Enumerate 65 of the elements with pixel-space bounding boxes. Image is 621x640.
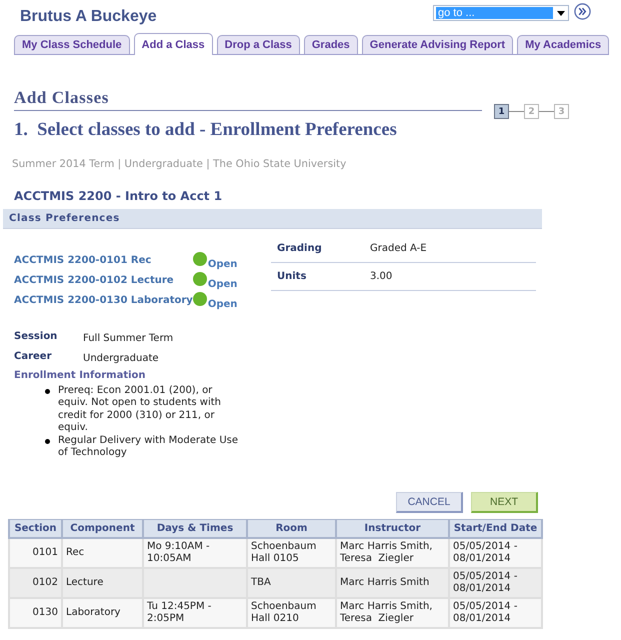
class-section-link[interactable]: ACCTMIS 2200-0102 Lecture [14,275,193,286]
class-section-link[interactable]: ACCTMIS 2200-0130 Laboratory [14,295,193,306]
field-value: Undergraduate [83,353,160,364]
component-cell: Rec [62,538,143,568]
status-dot-icon [192,252,207,266]
days-times-cell: Tu 12:45PM - 2:05PM [143,598,247,628]
step-heading: 1. Select classes to add - Enrollment Preferences [14,120,398,141]
cancel-button[interactable]: CANCEL [396,492,463,514]
room-cell: Schoenbaum Hall 0210 [247,598,336,628]
caret-icon [557,10,565,16]
section-header-bar: Class Preferences [3,209,542,229]
date-cell: 05/05/2014 - 08/01/2014 [449,538,542,568]
status-link[interactable]: Open [208,258,238,270]
enrollment-note: Regular Delivery with Moderate Use of Technology [58,434,240,460]
component-cell: Lecture [62,568,143,598]
bullet-icon [45,438,50,444]
instructor-cell: Marc Harris Smith, Teresa Ziegler [336,598,449,628]
step-indicator: 1 [494,104,509,119]
course-title: ACCTMIS 2200 - Intro to Acct 1 [14,189,224,203]
status-link[interactable]: Open [208,278,238,290]
days-times-cell: Mo 9:10AM - 10:05AM [143,538,247,568]
column-header: Component [62,520,143,538]
next-button[interactable]: NEXT [471,492,538,514]
page-title: Add Classes [14,88,109,107]
column-header: Section [9,520,62,538]
instructor-cell: Marc Harris Smith [336,568,449,598]
column-header: Room [247,520,336,538]
section-cell: 0101 [9,538,62,568]
bullet-icon [45,389,50,394]
field-label: Session [14,331,58,344]
column-header: Start/End Date [449,520,542,538]
enrollment-note: Prereq: Econ 2001.01 (200), or equiv. Not open to students with credit for 2000 (310) or 211, or equiv. [58,385,222,435]
enrollment-info-title: Enrollment Information [14,370,147,381]
room-cell: Schoenbaum Hall 0105 [247,538,336,568]
status-dot-icon [192,292,207,306]
status-dot-icon [192,272,207,286]
column-header: Instructor [336,520,449,538]
date-cell: 05/05/2014 - 08/01/2014 [449,598,542,628]
tab[interactable]: Drop a Class [216,35,300,54]
field-label: Units [277,271,308,282]
room-cell: TBA [247,568,336,598]
section-cell: 0130 [9,598,62,628]
term-info: Summer 2014 Term | Undergraduate | The Ohio State University [12,158,348,170]
component-cell: Laboratory [62,598,143,628]
field-value: 3.00 [370,271,392,282]
instructor-cell: Marc Harris Smith, Teresa Ziegler [336,538,449,568]
column-header: Days & Times [143,520,247,538]
step-indicator: 2 [524,104,539,119]
field-label: Grading [277,243,323,254]
field-value: Full Summer Term [83,333,174,344]
class-section-link[interactable]: ACCTMIS 2200-0101 Rec [14,255,193,266]
goto-dropdown[interactable]: go to ... [433,5,569,21]
status-link[interactable]: Open [208,298,238,310]
tab[interactable]: Generate Advising Report [362,35,514,54]
date-cell: 05/05/2014 - 08/01/2014 [449,568,542,598]
tab[interactable]: Grades [304,35,358,54]
section-cell: 0102 [9,568,62,598]
tab[interactable]: My Class Schedule [14,35,130,54]
field-value: Graded A-E [370,243,427,254]
go-button-icon[interactable] [574,3,591,20]
tab[interactable]: My Academics [517,35,610,54]
user-name: Brutus A Buckeye [20,8,157,26]
field-label: Career [14,351,53,364]
step-indicator: 3 [554,104,569,119]
tab[interactable]: Add a Class [134,33,213,55]
